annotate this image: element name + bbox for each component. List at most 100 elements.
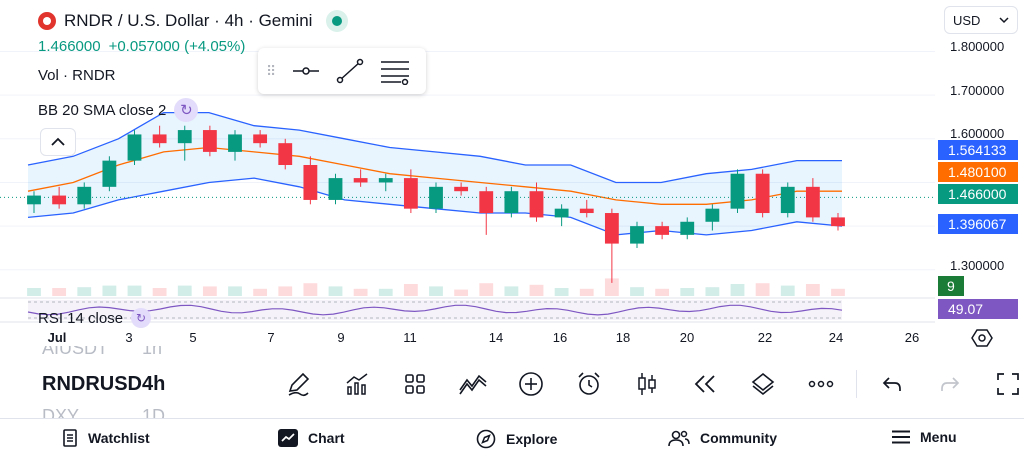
time-axis-label: 11	[403, 330, 417, 345]
rewind-icon	[694, 375, 715, 393]
candle-body	[479, 191, 494, 214]
last-price: 1.466000	[38, 38, 101, 55]
volume-legend[interactable]: Vol · RNDR	[38, 67, 116, 84]
candle-body	[554, 208, 569, 218]
volume-bar	[278, 286, 293, 296]
chevron-down-icon	[999, 17, 1009, 24]
fullscreen-button[interactable]	[979, 366, 1024, 402]
candle-body	[630, 226, 644, 244]
hamburger-menu-icon	[892, 430, 910, 444]
volume-bar	[504, 286, 519, 296]
symbol-switcher[interactable]: AIUSDT 1h RNDRUSD 4h DXY 1D	[42, 346, 182, 418]
volume-bar	[755, 283, 770, 296]
refresh-icon[interactable]: ↻	[174, 98, 199, 122]
candle-body	[579, 208, 594, 214]
time-axis-label: 9	[337, 330, 345, 345]
volume-bar	[328, 286, 343, 296]
add-button[interactable]	[502, 366, 560, 402]
candle-body	[353, 178, 368, 183]
rsi-legend[interactable]: RSI 14 close ↻	[38, 308, 152, 328]
nav-menu[interactable]: Menu	[892, 429, 957, 445]
chart-settings-icon[interactable]	[971, 327, 993, 349]
candle-body	[27, 195, 41, 205]
chart-type-button[interactable]	[618, 366, 676, 402]
market-open-icon	[326, 10, 349, 32]
time-axis-label: 20	[679, 330, 695, 345]
candle-body	[152, 134, 167, 144]
layers-icon	[751, 372, 775, 396]
nav-explore[interactable]: Explore	[476, 429, 557, 449]
symbol-item[interactable]: AIUSDT 1h	[42, 346, 182, 360]
fib-retracement-icon[interactable]	[379, 57, 411, 85]
currency-select[interactable]: USD	[944, 6, 1018, 34]
grid-icon	[405, 374, 425, 394]
volume-bar	[630, 287, 644, 296]
horizontal-ray-icon[interactable]	[291, 61, 321, 81]
drag-handle-icon[interactable]: ⠿	[266, 63, 277, 80]
drawing-tool-button[interactable]	[270, 366, 328, 402]
community-icon	[668, 430, 690, 447]
volume-bar	[353, 288, 368, 296]
chart-area[interactable]: RNDR / U.S. Dollar · 4h · Gemini 1.46600…	[0, 0, 1024, 352]
time-axis-label: 22	[757, 330, 773, 345]
candle-body	[378, 178, 393, 183]
candle-body	[177, 130, 192, 144]
redo-button[interactable]	[921, 366, 979, 402]
currency-value: USD	[953, 12, 981, 28]
time-axis-label: 5	[189, 330, 197, 345]
indicators-icon	[346, 373, 368, 395]
rsi-label: RSI 14 close	[38, 309, 124, 327]
candle-body	[831, 217, 845, 227]
bb-legend[interactable]: BB 20 SMA close 2 ↻	[38, 98, 199, 122]
bb-fill	[28, 112, 842, 235]
candle-body	[604, 213, 619, 244]
volume-bar	[303, 283, 318, 296]
time-axis-label: 16	[552, 330, 568, 345]
layouts-button[interactable]	[386, 366, 444, 402]
candle-body	[429, 186, 443, 209]
nav-community[interactable]: Community	[668, 429, 777, 447]
collapse-legend-button[interactable]	[40, 128, 76, 156]
volume-bar	[127, 285, 142, 296]
candle-body	[228, 134, 242, 152]
more-button[interactable]	[792, 366, 850, 402]
patterns-button[interactable]	[444, 366, 502, 402]
symbol-item-active[interactable]: RNDRUSD 4h	[42, 372, 182, 396]
volume-bar	[378, 288, 393, 296]
trend-line-icon[interactable]	[335, 57, 365, 85]
volume-bar	[102, 285, 117, 296]
volume-badge: 9	[938, 276, 964, 296]
symbol-item[interactable]: DXY 1D	[42, 404, 182, 419]
refresh-icon[interactable]: ↻	[131, 308, 152, 328]
volume-bar	[77, 287, 92, 296]
volume-bar	[655, 288, 670, 296]
nav-watchlist[interactable]: Watchlist	[62, 429, 150, 447]
volume-bar	[554, 288, 569, 296]
candle-body	[805, 186, 820, 218]
volume-bar	[529, 284, 544, 296]
price-axis-label: 1.300000	[950, 258, 1005, 273]
volume-bar	[202, 286, 217, 296]
indicators-button[interactable]	[328, 366, 386, 402]
candle-body	[454, 186, 469, 192]
rndr-logo-icon	[38, 12, 56, 30]
price-axis-label: 1.700000	[950, 83, 1005, 98]
drawing-toolbar[interactable]: ⠿	[258, 48, 426, 94]
bb-upper-badge: 1.564133	[938, 140, 1018, 160]
candle-body	[730, 173, 745, 209]
symbol-legend[interactable]: RNDR / U.S. Dollar · 4h · Gemini	[38, 10, 349, 32]
replay-button[interactable]	[676, 366, 734, 402]
alert-button[interactable]	[560, 366, 618, 402]
patterns-icon	[459, 374, 487, 395]
layers-button[interactable]	[734, 366, 792, 402]
alarm-clock-icon	[578, 372, 600, 395]
bollinger-bands	[0, 111, 935, 236]
time-axis-label: Jul	[47, 330, 67, 345]
last-price-badge: 1.466000	[938, 184, 1018, 204]
volume-bar	[454, 289, 469, 296]
nav-chart[interactable]: Chart	[278, 429, 345, 447]
undo-button[interactable]	[863, 366, 921, 402]
candle-body	[202, 130, 217, 152]
candle-body	[102, 160, 117, 187]
volume-bar	[780, 285, 795, 296]
